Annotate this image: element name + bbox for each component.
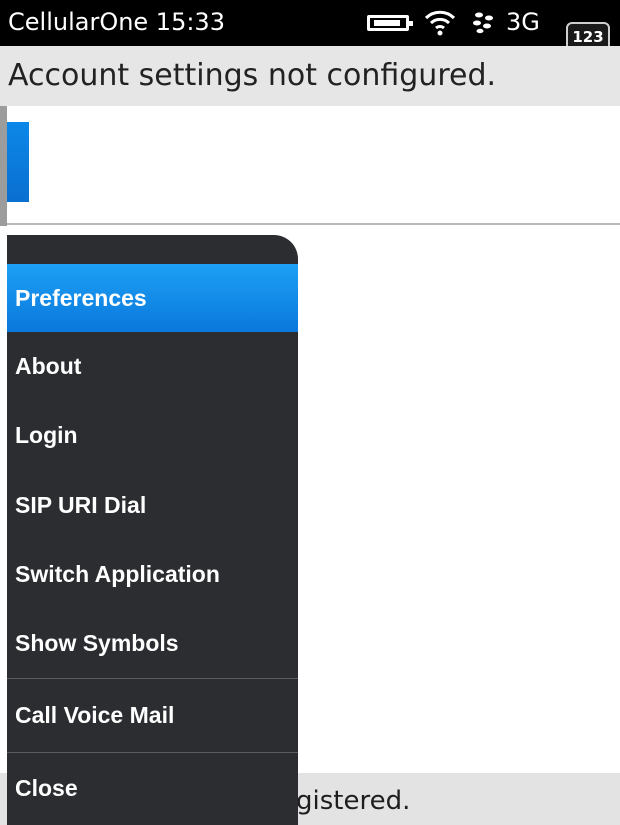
- menu-separator: [7, 752, 298, 753]
- focus-indicator: [7, 122, 29, 202]
- left-edge-bar: [0, 106, 7, 226]
- menu-item-switch-application[interactable]: Switch Application: [7, 540, 298, 608]
- content-divider: [7, 223, 620, 225]
- menu-item-show-symbols[interactable]: Show Symbols: [7, 609, 298, 677]
- registration-status-text: gistered.: [296, 786, 411, 816]
- status-bar: CellularOne 15:33 3G 123: [0, 0, 620, 52]
- menu-item-preferences[interactable]: Preferences: [7, 264, 298, 332]
- bbm-icon: [472, 10, 496, 38]
- menu-item-close[interactable]: Close: [7, 754, 298, 822]
- network-type: 3G: [506, 8, 540, 36]
- menu-separator: [7, 678, 298, 679]
- battery-icon: [367, 15, 413, 31]
- banner-message: Account settings not configured.: [8, 58, 497, 93]
- carrier-time: CellularOne 15:33: [8, 8, 225, 36]
- menu-item-login[interactable]: Login: [7, 401, 298, 469]
- menu-item-about[interactable]: About: [7, 332, 298, 400]
- context-menu: Preferences About Login SIP URI Dial Swi…: [7, 235, 298, 825]
- menu-item-sip-uri-dial[interactable]: SIP URI Dial: [7, 471, 298, 539]
- notification-banner: Account settings not configured.: [0, 46, 620, 106]
- menu-item-call-voice-mail[interactable]: Call Voice Mail: [7, 681, 298, 749]
- wifi-icon: [423, 6, 457, 40]
